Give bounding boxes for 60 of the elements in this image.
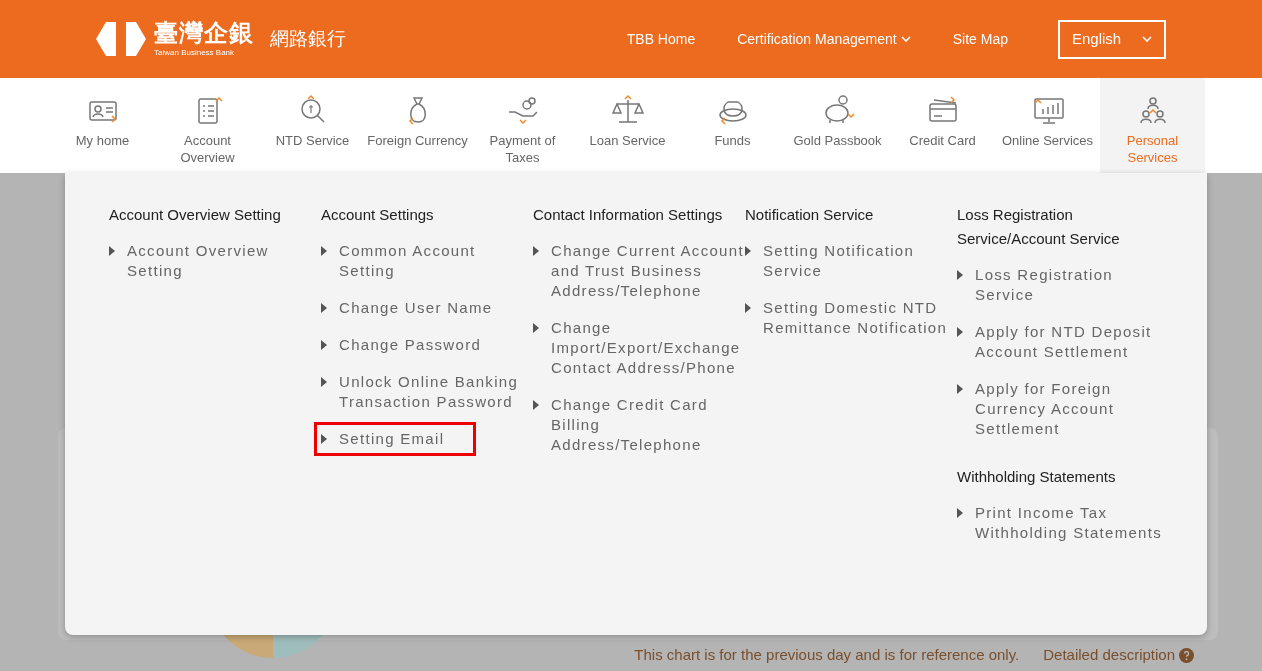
language-select[interactable]: English <box>1058 19 1166 59</box>
menu-heading: Account Overview Setting <box>109 205 282 225</box>
menu-heading: Contact Information Settings <box>533 205 724 225</box>
menu-link[interactable]: Account Overview Setting <box>109 241 321 281</box>
menu-link[interactable]: Change Password <box>321 335 533 355</box>
menu-heading: Account Settings <box>321 205 435 225</box>
caret-right-icon <box>957 508 963 518</box>
menu-link[interactable]: Setting Domestic NTD Remittance Notification <box>745 298 957 338</box>
caret-right-icon <box>533 246 539 256</box>
scale-icon <box>610 94 645 126</box>
caret-right-icon <box>321 246 327 256</box>
menu-link[interactable]: Setting Email <box>321 429 469 449</box>
caret-right-icon <box>321 340 327 350</box>
caret-right-icon <box>533 323 539 333</box>
caret-right-icon <box>533 400 539 410</box>
logo-wordmark: 臺灣企銀 <box>154 21 254 45</box>
caret-right-icon <box>957 327 963 337</box>
menu-link[interactable]: Loss Registration Service <box>957 265 1169 305</box>
menu-heading: Withholding Statements <box>957 467 1117 487</box>
menu-heading: Loss Registration Service/Account Service <box>957 205 1121 249</box>
caret-right-icon <box>957 384 963 394</box>
header-link[interactable]: TBB Home <box>626 28 696 50</box>
menu-link[interactable]: Unlock Online Banking Transaction Password <box>321 372 533 412</box>
nav-tab[interactable]: Account Overview <box>155 78 260 173</box>
detail-link[interactable]: Detailed description <box>1043 644 1194 667</box>
logo-icon <box>96 22 146 56</box>
chevron-down-icon <box>1142 36 1152 42</box>
nav-tab[interactable]: Funds <box>680 78 785 173</box>
caret-right-icon <box>745 246 751 256</box>
menu-link[interactable]: Change Import/Export/Exchange Contact Address/Phone <box>533 318 745 378</box>
nav-tab[interactable]: Credit Card <box>890 78 995 173</box>
caret-right-icon <box>957 270 963 280</box>
header-link[interactable]: Certification Management <box>737 28 911 50</box>
caret-right-icon <box>321 434 327 444</box>
caret-right-icon <box>321 377 327 387</box>
menu-link[interactable]: Change Current Account and Trust Business Address/Telephone <box>533 241 745 301</box>
menu-link[interactable]: Change Credit Card Billing Address/Telephone <box>533 395 745 455</box>
nav-tab[interactable]: My home <box>50 78 155 173</box>
nav-tab[interactable]: Online Services <box>995 78 1100 173</box>
menu-link[interactable]: Apply for NTD Deposit Account Settlement <box>957 322 1169 362</box>
logo-subtitle: Taiwan Business Bank <box>154 49 236 57</box>
header-link[interactable]: Site Map <box>952 28 1008 50</box>
nav-tab[interactable]: NTD Service <box>260 78 365 173</box>
chart-note: This chart is for the previous day and is for reference only. <box>634 645 1020 665</box>
caret-right-icon <box>109 246 115 256</box>
menu-link[interactable]: Apply for Foreign Currency Account Settlement <box>957 379 1169 439</box>
menu-link[interactable]: Change User Name <box>321 298 533 318</box>
nav-tab[interactable]: Foreign Currency <box>365 78 470 173</box>
nav-tab[interactable]: Personal Services <box>1100 78 1205 173</box>
menu-heading: Notification Service <box>745 205 875 225</box>
menu-link[interactable]: Common Account Setting <box>321 241 533 281</box>
caret-right-icon <box>321 303 327 313</box>
nav-tab[interactable]: Gold Passbook <box>785 78 890 173</box>
help-icon <box>1179 647 1194 663</box>
caret-right-icon <box>745 303 751 313</box>
nav-tab[interactable]: Payment of Taxes <box>470 78 575 173</box>
product-name: 網路銀行 <box>270 26 346 51</box>
menu-link[interactable]: Print Income Tax Withholding Statements <box>957 503 1169 543</box>
menu-link[interactable]: Setting Notification Service <box>745 241 957 281</box>
nav-tab[interactable]: Loan Service <box>575 78 680 173</box>
